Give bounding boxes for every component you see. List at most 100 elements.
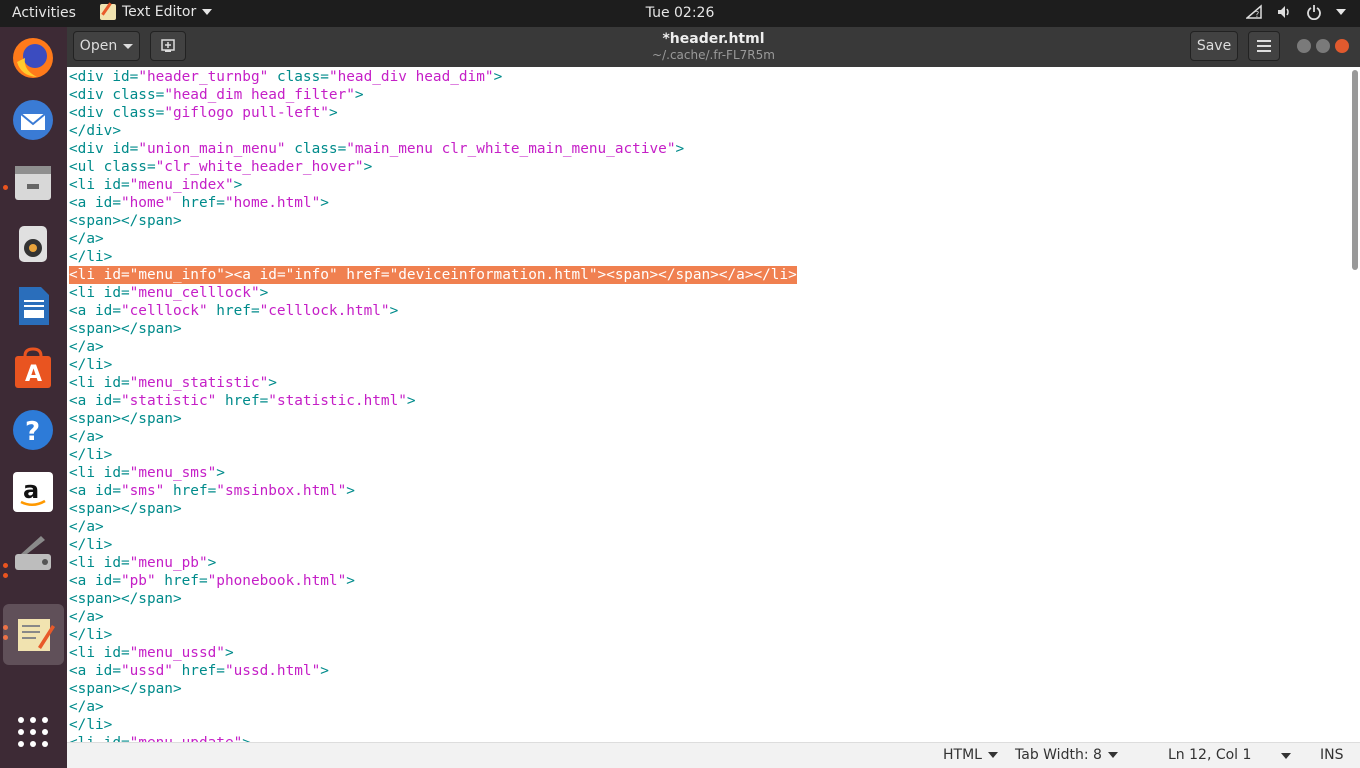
- chevron-down-icon[interactable]: [1281, 753, 1291, 759]
- ubuntu-software-icon[interactable]: A: [8, 343, 58, 393]
- scrollbar[interactable]: [1352, 70, 1358, 270]
- files-icon[interactable]: [8, 157, 58, 207]
- app-menu[interactable]: Text Editor: [100, 4, 213, 20]
- code-line[interactable]: </a>: [69, 699, 104, 715]
- code-line[interactable]: <a id="ussd" href="ussd.html">: [69, 663, 329, 679]
- code-line[interactable]: <div id="union_main_menu" class="main_me…: [69, 141, 684, 157]
- chevron-down-icon[interactable]: [1336, 9, 1346, 15]
- code-tag-token: href=: [155, 573, 208, 589]
- code-line[interactable]: <a id="home" href="home.html">: [69, 195, 329, 211]
- code-string-token: "sms": [120, 483, 165, 499]
- code-string-token: "menu_update": [130, 735, 243, 742]
- code-string-token: "home.html": [224, 195, 321, 211]
- power-icon[interactable]: [1306, 4, 1322, 20]
- code-tag-token: </a>: [69, 519, 104, 535]
- volume-icon[interactable]: [1276, 4, 1292, 20]
- code-line[interactable]: </li>: [69, 537, 112, 553]
- show-applications-icon[interactable]: [8, 707, 58, 757]
- tab-width-selector[interactable]: Tab Width: 8: [1015, 747, 1118, 763]
- help-icon[interactable]: ?: [8, 405, 58, 455]
- code-tag-token: href=: [216, 393, 269, 409]
- code-line[interactable]: </a>: [69, 609, 104, 625]
- close-icon[interactable]: [1335, 39, 1349, 53]
- code-tag-token: <li id=: [69, 645, 130, 661]
- code-line[interactable]: </a>: [69, 231, 104, 247]
- code-tag-token: >: [406, 393, 416, 409]
- code-string-token: "menu_pb": [129, 555, 208, 571]
- libreoffice-writer-icon[interactable]: [8, 281, 58, 331]
- code-line[interactable]: <span></span>: [69, 501, 182, 517]
- code-line[interactable]: <li id="menu_pb">: [69, 555, 216, 571]
- code-line[interactable]: </li>: [69, 447, 112, 463]
- code-line[interactable]: <div class="giflogo pull-left">: [69, 105, 338, 121]
- code-line[interactable]: <li id="menu_ussd">: [69, 645, 234, 661]
- code-line[interactable]: <div class="head_dim head_filter">: [69, 87, 364, 103]
- firefox-icon[interactable]: [8, 33, 58, 83]
- code-line[interactable]: </div>: [69, 123, 121, 139]
- text-editor-area[interactable]: <div id="header_turnbg" class="head_div …: [67, 67, 1360, 742]
- code-string-token: "menu_celllock": [129, 285, 260, 301]
- code-line[interactable]: <a id="statistic" href="statistic.html">: [69, 393, 416, 409]
- code-line[interactable]: </li>: [69, 357, 112, 373]
- code-tag-token: <li id=: [69, 177, 130, 193]
- insert-mode[interactable]: INS: [1320, 747, 1344, 763]
- menu-button[interactable]: [1248, 31, 1280, 61]
- amazon-icon[interactable]: a: [8, 467, 58, 517]
- code-line[interactable]: <li id="menu_sms">: [69, 465, 225, 481]
- code-tag-token: </a>: [69, 231, 104, 247]
- code-line[interactable]: <a id="sms" href="smsinbox.html">: [69, 483, 355, 499]
- code-tag-token: <div class=: [69, 105, 165, 121]
- save-button[interactable]: Save: [1190, 31, 1238, 61]
- code-tag-token: href=: [164, 483, 217, 499]
- code-tag-token: <a id=: [69, 663, 121, 679]
- code-tag-token: <li id=: [69, 285, 130, 301]
- code-string-token: "ussd.html": [224, 663, 321, 679]
- code-line[interactable]: <span></span>: [69, 321, 182, 337]
- code-string-token: "giflogo pull-left": [164, 105, 329, 121]
- code-tag-token: </li>: [69, 249, 113, 265]
- svg-text:A: A: [25, 362, 42, 387]
- code-lines[interactable]: <div id="header_turnbg" class="head_div …: [69, 68, 797, 742]
- code-tag-token: >: [242, 735, 251, 742]
- code-line[interactable]: </a>: [69, 429, 104, 445]
- code-line[interactable]: <a id="pb" href="phonebook.html">: [69, 573, 355, 589]
- code-tag-token: </li>: [69, 627, 113, 643]
- code-tag-token: <a id=: [69, 393, 121, 409]
- code-line[interactable]: </li>: [69, 627, 112, 643]
- activities-button[interactable]: Activities: [12, 5, 76, 21]
- text-editor-dock-icon[interactable]: [3, 604, 64, 665]
- code-line[interactable]: <span></span>: [69, 213, 182, 229]
- code-line[interactable]: <a id="celllock" href="celllock.html">: [69, 303, 398, 319]
- code-line[interactable]: </li>: [69, 249, 112, 265]
- maximize-icon[interactable]: [1316, 39, 1330, 53]
- code-line[interactable]: <li id="menu_statistic">: [69, 375, 277, 391]
- code-line[interactable]: <span></span>: [69, 411, 182, 427]
- code-line[interactable]: <li id="menu_index">: [69, 177, 242, 193]
- scanner-icon[interactable]: [8, 529, 58, 579]
- code-line[interactable]: <li id="menu_celllock">: [69, 285, 268, 301]
- minimize-icon[interactable]: [1297, 39, 1311, 53]
- system-tray[interactable]: ?: [1246, 4, 1346, 20]
- code-tag-token: <li id=: [69, 465, 130, 481]
- rhythmbox-icon[interactable]: [8, 219, 58, 269]
- code-line[interactable]: </li>: [69, 717, 112, 733]
- code-line[interactable]: <div id="header_turnbg" class="head_div …: [69, 69, 502, 85]
- code-line[interactable]: <li id="menu_info"><a id="info" href="de…: [69, 266, 797, 284]
- cursor-position[interactable]: Ln 12, Col 1: [1168, 747, 1251, 763]
- thunderbird-icon[interactable]: [8, 95, 58, 145]
- chevron-down-icon: [1107, 752, 1118, 758]
- language-selector[interactable]: HTML: [943, 747, 998, 763]
- code-line[interactable]: <span></span>: [69, 681, 182, 697]
- code-line[interactable]: </a>: [69, 519, 104, 535]
- insert-mode-label: INS: [1320, 747, 1344, 763]
- dock: A ? a: [0, 27, 67, 768]
- code-tag-token: </a>: [69, 699, 104, 715]
- code-line[interactable]: </a>: [69, 339, 104, 355]
- code-line[interactable]: <ul class="clr_white_header_hover">: [69, 159, 372, 175]
- code-string-token: "main_menu clr_white_main_menu_active": [346, 141, 676, 157]
- code-line[interactable]: <span></span>: [69, 591, 182, 607]
- code-tag-token: >: [346, 573, 355, 589]
- network-question-icon[interactable]: ?: [1246, 4, 1262, 20]
- code-line[interactable]: <li id="menu_update">: [69, 735, 251, 742]
- code-tag-token: <li id=: [69, 735, 130, 742]
